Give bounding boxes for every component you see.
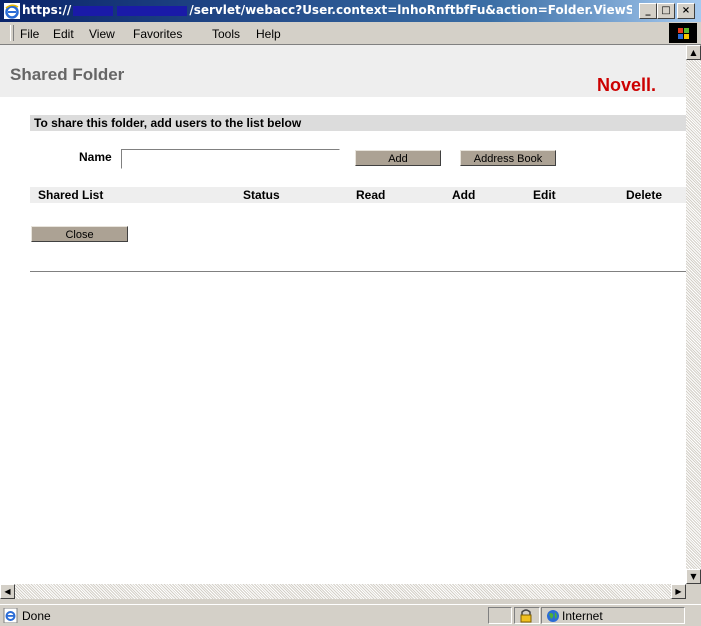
page-content: Shared Folder Novell. To share this fold… — [0, 45, 686, 584]
address-book-button[interactable]: Address Book — [460, 150, 556, 166]
column-edit: Edit — [533, 188, 556, 202]
page-done-icon — [3, 608, 18, 623]
scroll-down-button[interactable]: ▼ — [686, 569, 701, 584]
close-button[interactable]: Close — [31, 226, 128, 242]
column-read: Read — [356, 188, 386, 202]
novell-logo: Novell. — [597, 75, 657, 95]
scroll-up-button[interactable]: ▲ — [686, 45, 701, 60]
zone-text: Internet — [562, 609, 603, 623]
status-panel-empty — [488, 607, 512, 624]
column-delete: Delete — [626, 188, 663, 202]
menu-bar: File Edit View Favorites Tools Help — [0, 22, 701, 45]
shared-list-header: Shared List Status Read Add Edit Delete — [30, 187, 686, 203]
windows-logo-icon — [669, 23, 697, 43]
column-shared-list: Shared List — [38, 188, 104, 202]
add-button[interactable]: Add — [355, 150, 441, 166]
vertical-scrollbar[interactable]: ▲ ▼ — [686, 45, 701, 584]
instruction-text: To share this folder, add users to the l… — [34, 116, 302, 130]
globe-icon — [547, 610, 559, 622]
maximize-button[interactable]: □ — [657, 3, 675, 19]
name-label: Name — [79, 150, 112, 164]
instruction-bar: To share this folder, add users to the l… — [30, 115, 686, 131]
scroll-right-button[interactable]: ▶ — [671, 584, 686, 599]
menu-grip — [10, 25, 14, 41]
column-status: Status — [243, 188, 280, 202]
menu-help[interactable]: Help — [256, 27, 281, 41]
page-header: Shared Folder Novell. — [0, 45, 686, 97]
column-add: Add — [452, 188, 476, 202]
scrollbar-corner — [686, 584, 701, 599]
lock-icon — [520, 609, 532, 623]
menu-view[interactable]: View — [89, 27, 115, 41]
ie-icon — [4, 3, 20, 19]
menu-file[interactable]: File — [20, 27, 39, 41]
menu-edit[interactable]: Edit — [53, 27, 74, 41]
minimize-button[interactable]: _ — [639, 3, 657, 19]
horizontal-scrollbar[interactable]: ◀ ▶ — [0, 584, 686, 599]
scroll-left-button[interactable]: ◀ — [0, 584, 15, 599]
status-bar: Done Internet — [0, 604, 701, 626]
window-title: https:///servlet/webacc?User.context=lnh… — [22, 3, 632, 17]
window-title-bar[interactable]: https:///servlet/webacc?User.context=lnh… — [0, 0, 701, 22]
security-panel — [514, 607, 540, 624]
menu-favorites[interactable]: Favorites — [133, 27, 182, 41]
divider-line — [30, 271, 686, 272]
menu-tools[interactable]: Tools — [212, 27, 240, 41]
name-input[interactable] — [121, 149, 340, 169]
close-window-button[interactable]: × — [677, 3, 695, 19]
page-title: Shared Folder — [10, 65, 125, 84]
status-text: Done — [22, 609, 51, 623]
